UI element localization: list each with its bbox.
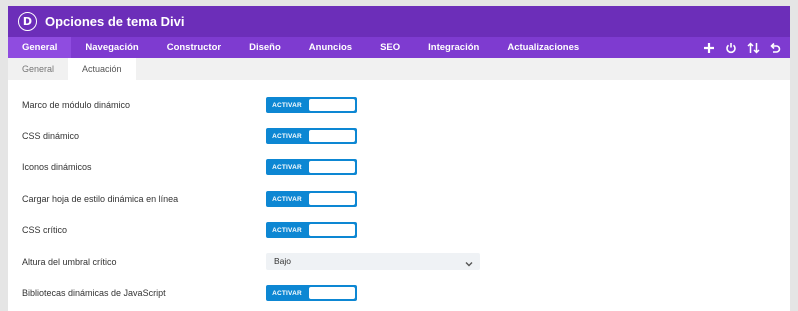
setting-row: Marco de módulo dinámico ACTIVAR [8,95,790,117]
toggle-knob [309,193,355,205]
setting-row: Bibliotecas dinámicas de JavaScript ACTI… [8,283,790,305]
subtab-general[interactable]: General [8,58,68,80]
toggle-label: ACTIVAR [272,226,302,234]
tab-actualizaciones[interactable]: Actualizaciones [493,37,593,58]
setting-label: Bibliotecas dinámicas de JavaScript [22,288,166,298]
toggle-label: ACTIVAR [272,101,302,109]
toggle-knob [309,161,355,173]
dynamic-css-toggle[interactable]: ACTIVAR [266,128,357,144]
tab-navegacion[interactable]: Navegación [71,37,152,58]
subtab-actuacion[interactable]: Actuación [68,58,136,80]
setting-row: CSS dinámico ACTIVAR [8,126,790,148]
setting-label: Altura del umbral crítico [22,257,117,267]
toggle-label: ACTIVAR [272,163,302,171]
critical-threshold-select[interactable]: Bajo [266,253,480,270]
tab-integracion[interactable]: Integración [414,37,493,58]
plus-icon[interactable] [702,41,716,55]
setting-label: Marco de módulo dinámico [22,100,131,110]
toggle-label: ACTIVAR [272,195,302,203]
critical-css-toggle[interactable]: ACTIVAR [266,222,357,238]
divi-logo-icon: D [18,12,37,31]
dynamic-module-framework-toggle[interactable]: ACTIVAR [266,97,357,113]
toggle-knob [309,224,355,236]
setting-row: CSS crítico ACTIVAR [8,220,790,242]
sort-arrows-icon[interactable] [746,41,760,55]
setting-label: CSS dinámico [22,131,80,141]
toggle-label: ACTIVAR [272,289,302,297]
setting-row: Altura del umbral crítico Bajo [8,252,790,274]
tab-seo[interactable]: SEO [366,37,414,58]
chevron-down-icon [464,256,474,267]
inline-stylesheet-toggle[interactable]: ACTIVAR [266,191,357,207]
toggle-label: ACTIVAR [272,132,302,140]
theme-options-panel: D Opciones de tema Divi General Navegaci… [8,6,790,311]
sub-nav: General Actuación [8,58,790,80]
tab-constructor[interactable]: Constructor [153,37,235,58]
setting-label: Iconos dinámicos [22,162,92,172]
tab-diseno[interactable]: Diseño [235,37,295,58]
toggle-knob [309,287,355,299]
setting-label: Cargar hoja de estilo dinámica en línea [22,194,179,204]
tab-anuncios[interactable]: Anuncios [295,37,366,58]
setting-label: CSS crítico [22,225,68,235]
select-value: Bajo [274,256,292,266]
setting-row: Cargar hoja de estilo dinámica en línea … [8,189,790,211]
page-title: Opciones de tema Divi [45,14,185,29]
setting-row: Iconos dinámicos ACTIVAR [8,157,790,179]
header-actions [702,37,782,58]
tab-general[interactable]: General [8,37,72,58]
dynamic-js-libraries-toggle[interactable]: ACTIVAR [266,285,357,301]
dynamic-icons-toggle[interactable]: ACTIVAR [266,159,357,175]
title-bar: D Opciones de tema Divi [8,6,790,37]
toggle-knob [309,99,355,111]
power-icon[interactable] [724,41,738,55]
toggle-knob [309,130,355,142]
undo-icon[interactable] [768,41,782,55]
main-nav: General Navegación Constructor Diseño An… [8,37,790,58]
